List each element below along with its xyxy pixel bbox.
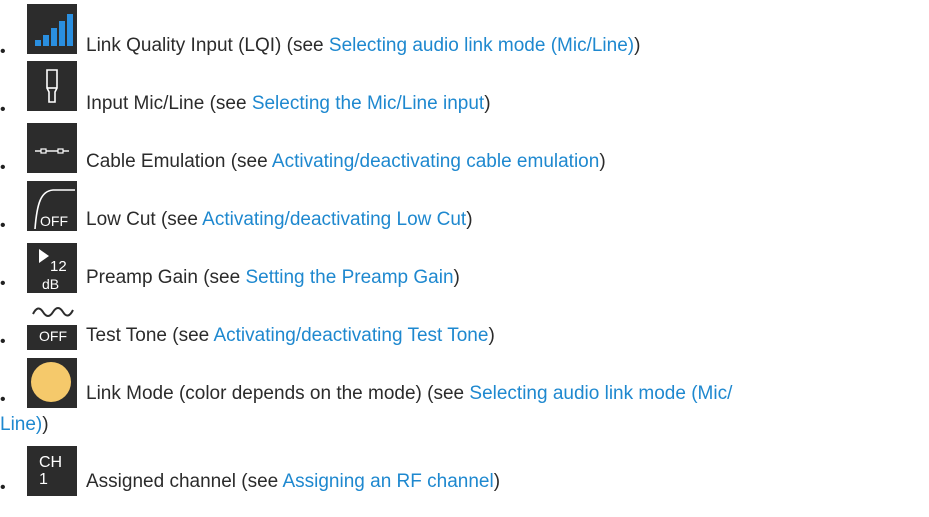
preamp-gain-icon: 12 dB	[27, 243, 77, 293]
item-text: Input Mic/Line (see Selecting the Mic/Li…	[86, 93, 491, 114]
bullet: •	[0, 159, 6, 176]
bullet: •	[0, 479, 6, 496]
bullet: •	[0, 333, 6, 350]
channel-number: 1	[39, 471, 48, 488]
low-cut-state-label: OFF	[40, 213, 68, 229]
item-text: Link Quality Input (LQI) (see Selecting …	[86, 35, 641, 56]
item-text-continued: Line))	[0, 414, 49, 435]
item-text: Preamp Gain (see Setting the Preamp Gain…	[86, 267, 460, 288]
bullet: •	[0, 43, 6, 60]
bullet: •	[0, 217, 6, 234]
item-text: Test Tone (see Activating/deactivating T…	[86, 325, 495, 346]
mic-line-input-icon	[27, 61, 77, 111]
link-selecting-audio-link-mode[interactable]: Selecting audio link mode (Mic/Line)	[329, 35, 634, 56]
channel-icon: CH 1	[27, 446, 77, 496]
link-assigning-rf-channel[interactable]: Assigning an RF channel	[282, 471, 493, 492]
link-mode-circle-icon	[27, 358, 77, 408]
link-selecting-audio-link-mode-2[interactable]: Selecting audio link mode (Mic/	[469, 383, 732, 404]
low-cut-icon: OFF	[27, 181, 77, 231]
bullet: •	[0, 391, 6, 408]
link-low-cut[interactable]: Activating/deactivating Low Cut	[202, 209, 466, 230]
bullet: •	[0, 101, 6, 118]
link-selecting-mic-line-input[interactable]: Selecting the Mic/Line input	[252, 93, 484, 114]
preamp-gain-value: 12	[50, 258, 67, 275]
item-text: Cable Emulation (see Activating/deactiva…	[86, 151, 606, 172]
preamp-gain-unit: dB	[42, 276, 60, 292]
bullet: •	[0, 275, 6, 292]
channel-prefix: CH	[39, 454, 63, 471]
link-preamp-gain[interactable]: Setting the Preamp Gain	[245, 267, 453, 288]
link-selecting-audio-link-mode-2-cont[interactable]: Line)	[0, 414, 42, 435]
link-cable-emulation[interactable]: Activating/deactivating cable emulation	[272, 151, 599, 172]
item-text: Low Cut (see Activating/deactivating Low…	[86, 209, 473, 230]
item-text: Link Mode (color depends on the mode) (s…	[86, 383, 733, 404]
item-text: Assigned channel (see Assigning an RF ch…	[86, 471, 501, 492]
test-tone-icon: OFF	[27, 300, 77, 350]
test-tone-state-label: OFF	[39, 328, 67, 344]
signal-bars-icon	[27, 4, 77, 54]
link-test-tone[interactable]: Activating/deactivating Test Tone	[213, 325, 488, 346]
cable-emulation-icon	[27, 123, 77, 173]
